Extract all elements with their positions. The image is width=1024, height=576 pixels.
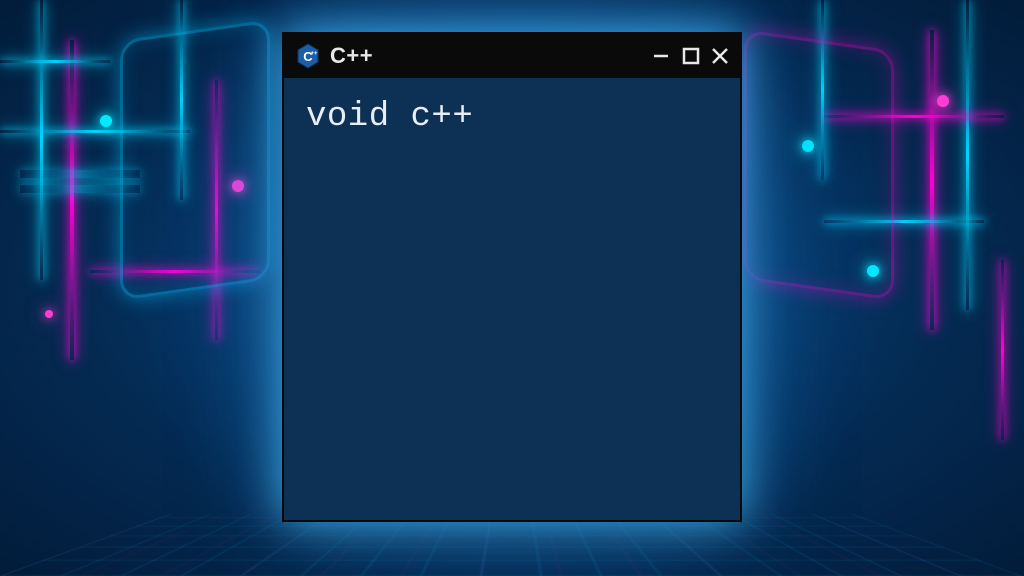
window-title: C++ [330, 43, 373, 69]
titlebar[interactable]: C ++ C++ [284, 34, 740, 78]
cpp-icon: C ++ [294, 42, 322, 70]
minimize-icon [652, 46, 672, 66]
svg-text:++: ++ [310, 51, 318, 57]
floor-grid [0, 514, 1024, 576]
maximize-button[interactable] [682, 47, 700, 65]
code-content: void c++ [306, 98, 718, 136]
window-controls [652, 46, 730, 66]
close-icon [710, 46, 730, 66]
minimize-button[interactable] [652, 46, 672, 66]
editor-area[interactable]: void c++ [284, 78, 740, 156]
close-button[interactable] [710, 46, 730, 66]
maximize-icon [682, 47, 700, 65]
app-window: C ++ C++ void c+ [282, 32, 742, 522]
